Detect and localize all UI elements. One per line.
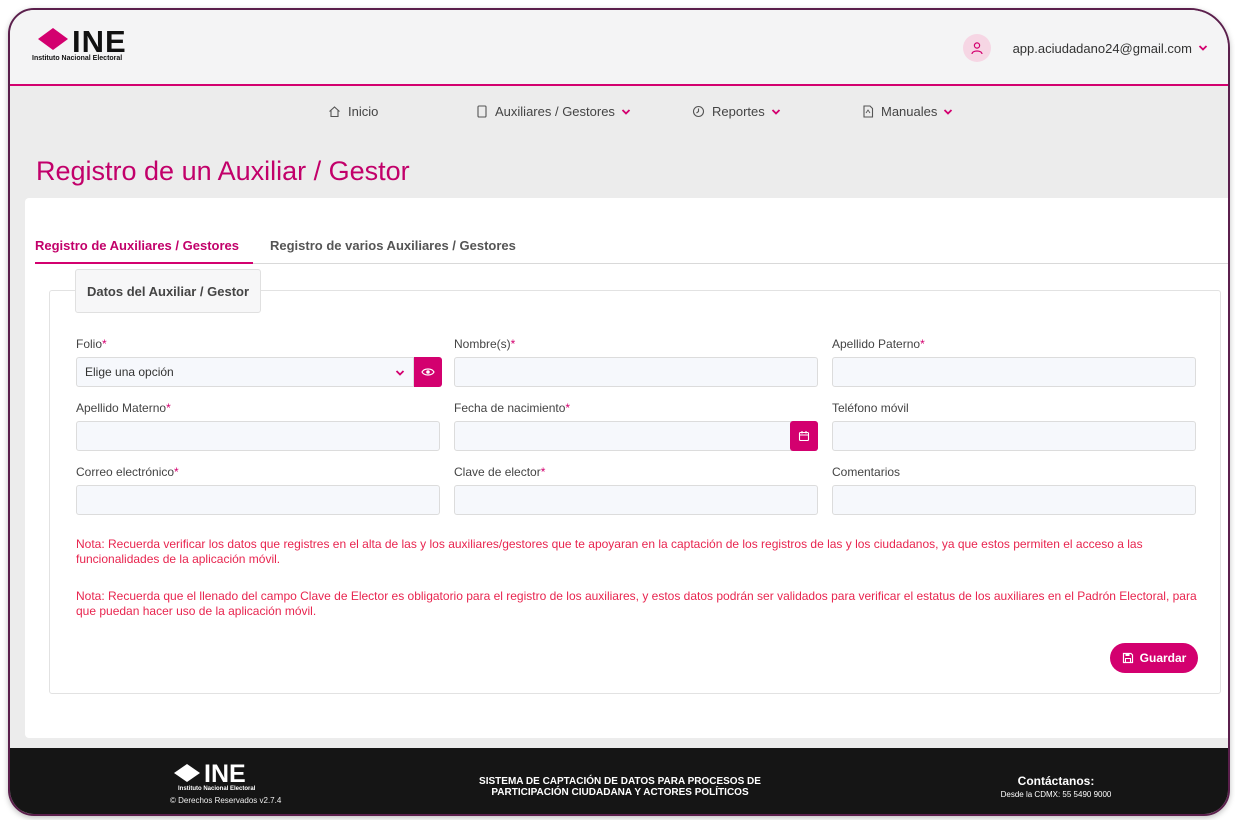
nav-item-auxiliares[interactable]: Auxiliares / Gestores [476,104,631,119]
correo-label: Correo electrónico* [76,465,179,479]
auxiliar-fieldset: Datos del Auxiliar / Gestor Folio* Elige… [49,269,1221,694]
user-menu[interactable]: app.aciudadano24@gmail.com [962,34,1208,62]
chevron-down-icon [944,108,953,115]
date-picker-button[interactable] [790,421,818,451]
nav-item-inicio[interactable]: Inicio [328,104,378,119]
nombre-label: Nombre(s)* [454,337,516,351]
nav-label: Manuales [881,104,938,119]
main-nav: Inicio Auxiliares / Gestores Reportes Ma… [10,88,1228,138]
active-tab-indicator [35,262,253,264]
nav-label: Inicio [348,104,379,119]
nav-item-manuales[interactable]: Manuales [862,104,953,119]
correo-input[interactable] [76,485,440,515]
form-card: Registro de Auxiliares / Gestores Regist… [25,198,1228,738]
tab-bar: Registro de Auxiliares / Gestores Regist… [35,226,1228,264]
save-button[interactable]: Guardar [1110,643,1198,673]
fieldset-legend: Datos del Auxiliar / Gestor [75,269,261,313]
ine-diamond-icon [38,28,68,50]
apellido-materno-input[interactable] [76,421,440,451]
chevron-down-icon [395,370,405,376]
fecha-nacimiento-input[interactable] [454,421,818,451]
calendar-icon [798,431,810,442]
ine-logo[interactable]: INE Instituto Nacional Electoral [32,24,172,74]
footer: INE Instituto Nacional Electoral © Derec… [10,748,1228,814]
top-header: INE Instituto Nacional Electoral app.aci… [10,10,1228,86]
chevron-down-icon [621,108,631,115]
save-label: Guardar [1139,651,1187,665]
nav-item-reportes[interactable]: Reportes [692,104,781,119]
telefono-input[interactable] [832,421,1196,451]
nav-label: Auxiliares / Gestores [495,104,615,119]
clock-icon [692,105,705,118]
apellido-paterno-label: Apellido Paterno* [832,337,925,351]
folio-view-button[interactable] [414,357,442,387]
copyright-text: © Derechos Reservados v2.7.4 [170,796,282,805]
fecha-nacimiento-label: Fecha de nacimiento* [454,401,571,415]
page-title: Registro de un Auxiliar / Gestor [36,156,410,186]
footer-logo-text: INE [204,760,246,788]
note-verificar-datos: Nota: Recuerda verificar los datos que r… [76,537,1143,566]
folio-selected-value: Elige una opción [85,365,174,379]
system-name: SISTEMA DE CAPTACIÓN DE DATOS PARA PROCE… [479,776,761,798]
nombre-input[interactable] [454,357,818,387]
app-window: INE Instituto Nacional Electoral app.aci… [8,8,1230,816]
apellido-materno-label: Apellido Materno* [76,401,171,415]
folio-label: Folio* [76,337,107,351]
tab-registro-varios[interactable]: Registro de varios Auxiliares / Gestores [270,238,516,253]
note-clave-elector: Nota: Recuerda que el llenado del campo … [76,589,1197,618]
save-icon [1122,652,1133,664]
contact-title: Contáctanos: [1017,774,1095,788]
chevron-down-icon [771,108,780,115]
nav-label: Reportes [712,104,765,119]
contact-phone[interactable]: Desde la CDMX: 55 5490 9000 [976,790,1136,799]
user-email[interactable]: app.aciudadano24@gmail.com [1013,41,1192,56]
user-icon [970,42,983,55]
tablet-icon [477,105,487,118]
ine-diamond-icon [174,764,200,782]
avatar[interactable] [962,34,991,62]
pdf-icon [863,105,874,118]
footer-logo-subtitle: Instituto Nacional Electoral [178,786,256,792]
clave-elector-input[interactable] [454,485,818,515]
tab-registro-auxiliares[interactable]: Registro de Auxiliares / Gestores [35,238,239,253]
comentarios-label: Comentarios [832,465,901,479]
chevron-down-icon[interactable] [1198,43,1208,53]
telefono-label: Teléfono móvil [832,401,909,415]
apellido-paterno-input[interactable] [832,357,1196,387]
logo-subtitle: Instituto Nacional Electoral [32,55,123,62]
folio-select[interactable]: Elige una opción [76,357,414,387]
clave-elector-label: Clave de elector* [454,465,546,479]
home-icon [329,106,340,118]
comentarios-input[interactable] [832,485,1196,515]
eye-icon [421,368,435,376]
